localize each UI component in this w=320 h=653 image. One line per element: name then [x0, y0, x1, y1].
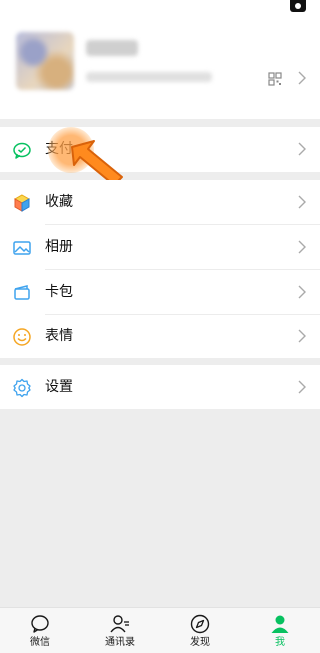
menu-item-label: 设置 — [45, 379, 73, 395]
status-toggle-button[interactable] — [290, 0, 306, 12]
tab-discover[interactable]: 发现 — [160, 608, 240, 653]
settings-section: 设置 — [0, 365, 320, 409]
image-icon — [13, 241, 31, 255]
menu-item-favorites[interactable]: 收藏 — [0, 180, 320, 225]
tab-me[interactable]: 我 — [240, 608, 320, 653]
menu-item-label: 收藏 — [45, 194, 73, 210]
nickname-blurred — [86, 40, 138, 56]
chevron-right-icon — [298, 195, 306, 209]
tab-label: 通讯录 — [105, 637, 135, 648]
menu-item-cards[interactable]: 卡包 — [0, 270, 320, 315]
bottom-tab-bar: 微信 通讯录 发现 我 — [0, 607, 320, 653]
chevron-right-icon — [298, 240, 306, 254]
menu-item-album[interactable]: 相册 — [0, 225, 320, 270]
tab-label: 发现 — [190, 637, 210, 648]
cube-icon — [13, 194, 31, 212]
chevron-right-icon — [298, 329, 306, 343]
wechat-id-blurred — [86, 72, 212, 82]
tab-label: 我 — [275, 637, 285, 648]
chevron-right-icon — [298, 380, 306, 394]
qr-code-icon[interactable] — [268, 72, 282, 86]
menu-item-label: 相册 — [45, 239, 73, 255]
gear-icon — [13, 378, 31, 398]
menu-item-settings[interactable]: 设置 — [0, 365, 320, 410]
menu-item-label: 表情 — [45, 328, 73, 344]
wallet-icon — [14, 285, 30, 300]
chevron-right-icon — [298, 71, 306, 85]
profile-header[interactable] — [0, 0, 320, 119]
chat-bubble-icon — [31, 615, 49, 633]
contacts-icon — [110, 615, 129, 633]
chevron-right-icon — [298, 142, 306, 156]
smiley-icon — [13, 328, 31, 346]
wechat-pay-icon — [13, 142, 31, 159]
menu-item-label: 卡包 — [45, 284, 73, 300]
tab-contacts[interactable]: 通讯录 — [80, 608, 160, 653]
chevron-right-icon — [298, 285, 306, 299]
person-icon — [271, 615, 289, 633]
avatar[interactable] — [16, 32, 74, 90]
menu-item-stickers[interactable]: 表情 — [0, 314, 320, 359]
compass-icon — [190, 614, 210, 634]
tab-chats[interactable]: 微信 — [0, 608, 80, 653]
tab-label: 微信 — [30, 637, 50, 648]
menu-section: 收藏 相册 卡包 表情 — [0, 180, 320, 358]
